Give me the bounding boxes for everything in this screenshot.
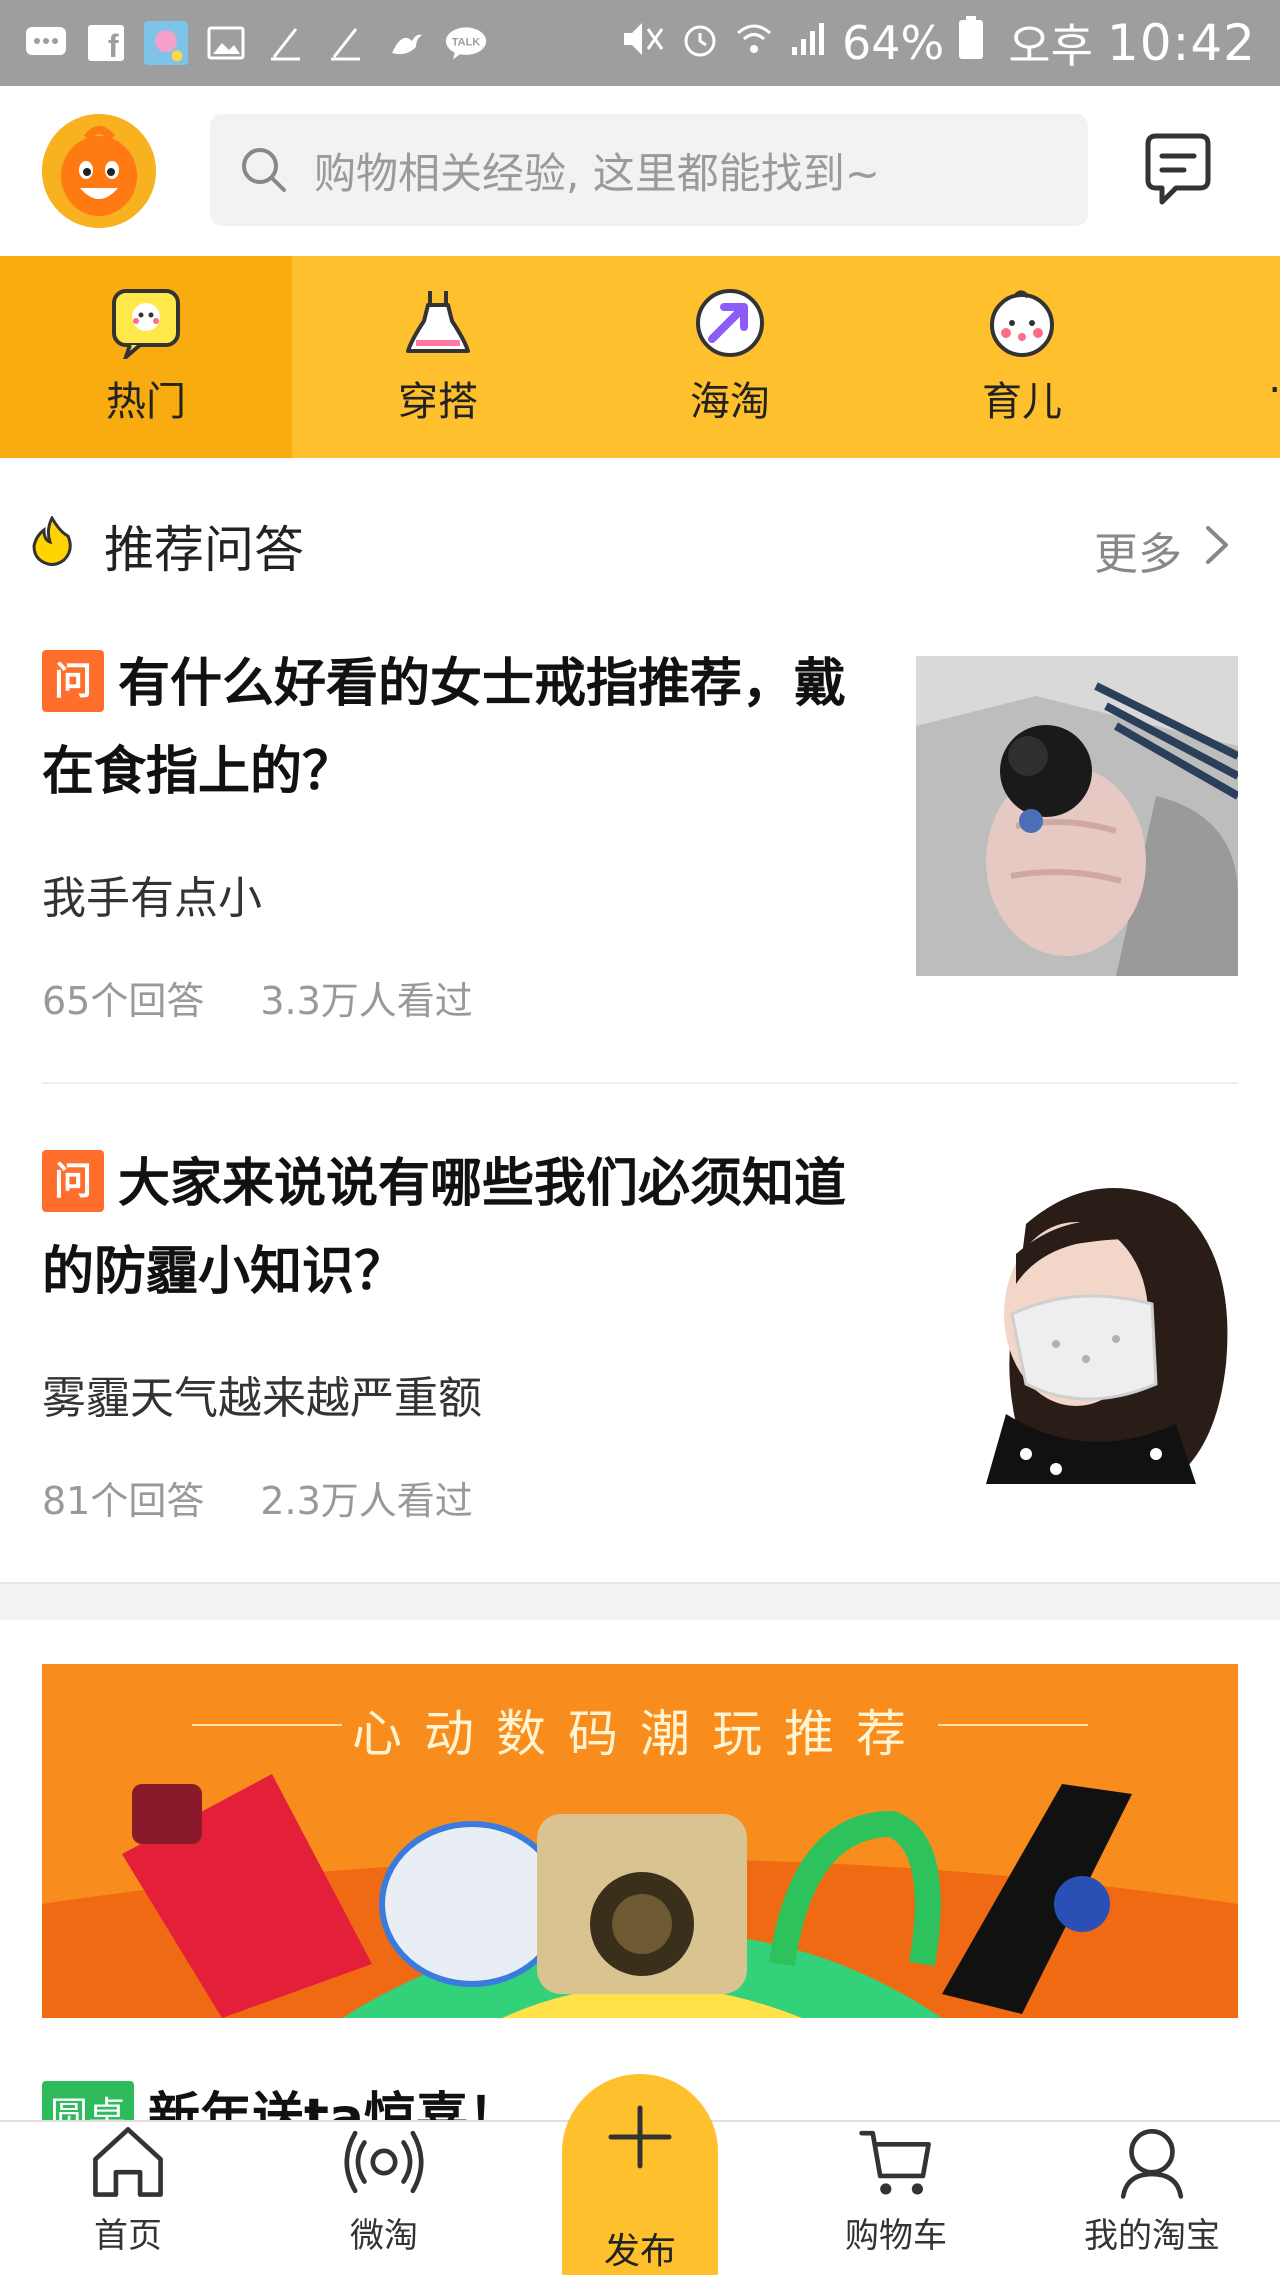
plus-icon bbox=[608, 2105, 672, 2169]
section-header: 推荐问答 更多 bbox=[0, 458, 1280, 628]
search-placeholder: 购物相关经验, 这里都能找到~ bbox=[314, 148, 880, 198]
chat-bubble-icon bbox=[24, 21, 68, 65]
app-thumbnail-icon bbox=[144, 21, 188, 65]
tab-label: 微淘 bbox=[350, 2216, 418, 2256]
svg-text:f: f bbox=[108, 28, 119, 63]
tab-weitao[interactable]: 微淘 bbox=[256, 2122, 512, 2275]
category-label: 热门 bbox=[106, 379, 186, 425]
cart-icon bbox=[859, 2130, 931, 2195]
mute-icon bbox=[620, 16, 666, 70]
mask-photo-graphic bbox=[916, 1164, 1238, 1484]
status-bar: f TALK 64% 오후 10:42 bbox=[0, 0, 1280, 86]
question-card[interactable]: 问大家来说说有哪些我们必须知道的防霾小知识？ 雾霾天气越来越严重额 81个回答 2… bbox=[0, 1140, 1280, 1580]
fire-icon bbox=[32, 516, 72, 566]
tab-label: 我的淘宝 bbox=[1084, 2216, 1220, 2256]
profile-icon bbox=[1120, 2128, 1184, 2199]
wifi-icon bbox=[734, 16, 774, 70]
more-link[interactable]: 更多 bbox=[1094, 518, 1182, 582]
question-card[interactable]: 问有什么好看的女士戒指推荐，戴在食指上的？ 我手有点小 65个回答 3.3万人看过 bbox=[0, 640, 1280, 1080]
category-bar: 热门 穿搭 海淘 育儿 … bbox=[0, 256, 1280, 458]
category-fashion[interactable]: 穿搭 bbox=[292, 256, 584, 458]
chevron-right-icon[interactable] bbox=[1198, 524, 1234, 566]
hot-chat-icon bbox=[112, 289, 180, 359]
tab-label: 购物车 bbox=[845, 2216, 947, 2256]
kakaotalk-icon: TALK bbox=[444, 21, 488, 65]
banner-title: 心动数码潮玩推荐 bbox=[352, 1705, 928, 1763]
category-label: 育儿 bbox=[982, 379, 1062, 425]
question-title-text: 大家来说说有哪些我们必须知道的防霾小知识？ bbox=[42, 1154, 847, 1302]
message-icon[interactable] bbox=[1138, 130, 1218, 210]
publish-label: 发布 bbox=[603, 2231, 676, 2272]
question-desc: 雾霾天气越来越严重额 bbox=[42, 1373, 482, 1424]
answer-count: 65个回答 bbox=[42, 979, 205, 1023]
view-count: 3.3万人看过 bbox=[260, 979, 473, 1023]
promo-banner[interactable]: 心动数码潮玩推荐 bbox=[42, 1664, 1238, 2018]
question-desc: 我手有点小 bbox=[42, 873, 262, 924]
alarm-icon bbox=[680, 16, 720, 70]
ring-photo[interactable] bbox=[916, 656, 1238, 976]
clock: 10:42 bbox=[1106, 14, 1256, 72]
dress-icon bbox=[406, 291, 470, 353]
category-label: 穿搭 bbox=[398, 379, 478, 425]
category-more-partial[interactable]: … bbox=[1168, 256, 1280, 458]
category-parenting[interactable]: 育儿 bbox=[876, 256, 1168, 458]
facebook-icon: f bbox=[84, 21, 128, 65]
signal-icon bbox=[788, 16, 828, 70]
question-title: 问有什么好看的女士戒指推荐，戴在食指上的？ bbox=[42, 640, 892, 816]
question-title-text: 有什么好看的女士戒指推荐，戴在食指上的？ bbox=[42, 654, 847, 802]
divider bbox=[42, 1082, 1238, 1084]
bird-icon bbox=[384, 21, 428, 65]
search-box[interactable]: 购物相关经验, 这里都能找到~ bbox=[210, 114, 1088, 226]
search-icon bbox=[242, 148, 286, 192]
section-title: 推荐问答 bbox=[104, 521, 304, 579]
question-meta: 81个回答 2.3万人看过 bbox=[42, 1470, 473, 1525]
pen-icon bbox=[264, 21, 308, 65]
kakaotalk-label: TALK bbox=[452, 37, 481, 49]
question-badge: 问 bbox=[42, 650, 104, 712]
broadcast-icon bbox=[344, 2130, 424, 2194]
ampm-label: 오후 bbox=[1008, 19, 1093, 73]
question-meta: 65个回答 3.3万人看过 bbox=[42, 970, 473, 1025]
publish-button[interactable]: 发布 bbox=[562, 2074, 718, 2275]
category-hot[interactable]: 热门 bbox=[0, 256, 292, 458]
mask-photo[interactable] bbox=[916, 1164, 1238, 1484]
tab-cart[interactable]: 购物车 bbox=[768, 2122, 1024, 2275]
home-icon bbox=[93, 2127, 163, 2197]
category-label-cut: … bbox=[1268, 356, 1280, 402]
ring-photo-graphic bbox=[916, 656, 1238, 976]
question-badge: 问 bbox=[42, 1150, 104, 1212]
pen-icon-2 bbox=[324, 21, 368, 65]
battery-percent: 64% bbox=[842, 16, 945, 70]
tab-my-taobao[interactable]: 我的淘宝 bbox=[1024, 2122, 1280, 2275]
tab-home[interactable]: 首页 bbox=[0, 2122, 256, 2275]
baby-face-icon bbox=[990, 290, 1054, 357]
avatar[interactable] bbox=[42, 114, 156, 228]
battery-icon bbox=[958, 15, 984, 71]
mascot-icon bbox=[42, 114, 156, 228]
section-gap bbox=[0, 1582, 1280, 1620]
view-count: 2.3万人看过 bbox=[260, 1479, 473, 1523]
top-header: 购物相关经验, 这里都能找到~ bbox=[0, 86, 1280, 256]
haitao-arrow-icon bbox=[696, 289, 764, 357]
category-label: 海淘 bbox=[690, 379, 770, 425]
image-icon bbox=[204, 21, 248, 65]
category-haitao[interactable]: 海淘 bbox=[584, 256, 876, 458]
answer-count: 81个回答 bbox=[42, 1479, 205, 1523]
question-title: 问大家来说说有哪些我们必须知道的防霾小知识？ bbox=[42, 1140, 892, 1316]
tab-label: 首页 bbox=[94, 2216, 162, 2256]
